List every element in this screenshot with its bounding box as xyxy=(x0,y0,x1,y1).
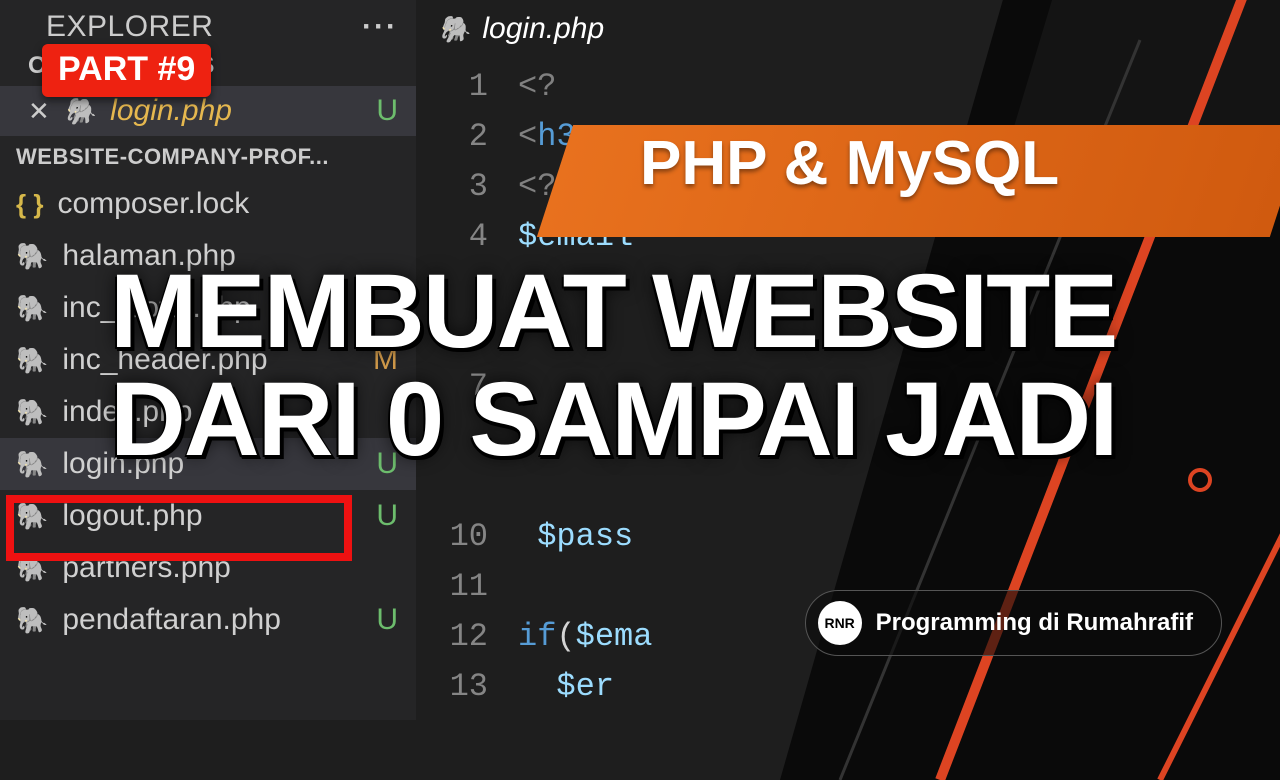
php-icon: 🐘 xyxy=(16,397,48,428)
php-icon: 🐘 xyxy=(16,605,48,636)
channel-logo-icon: RNR xyxy=(818,601,862,645)
file-item[interactable]: 🐘 logout.php U xyxy=(0,490,416,542)
project-name[interactable]: WEBSITE-COMPANY-PROF... xyxy=(0,136,416,178)
subtitle-text: PHP & MySQL xyxy=(640,128,1262,199)
git-status-badge: U xyxy=(376,94,398,128)
line-number: 1 xyxy=(428,62,488,112)
thumbnail-title: MEMBUAT WEBSITE DARI 0 SAMPAI JADI xyxy=(110,258,1260,475)
channel-name: Programming di Rumahrafif xyxy=(876,609,1193,637)
part-badge: PART #9 xyxy=(42,44,211,97)
file-name: partners.php xyxy=(62,551,230,585)
line-number: 11 xyxy=(428,562,488,612)
editor-tab[interactable]: 🐘 login.php xyxy=(416,0,626,58)
channel-badge[interactable]: RNR Programming di Rumahrafif xyxy=(805,590,1222,656)
line-number: 2 xyxy=(428,112,488,162)
git-status-badge: U xyxy=(376,603,398,637)
more-icon[interactable]: ··· xyxy=(362,10,398,44)
line-number: 13 xyxy=(428,662,488,712)
file-item[interactable]: 🐘 pendaftaran.php U xyxy=(0,594,416,646)
php-icon: 🐘 xyxy=(16,293,48,324)
line-number: 12 xyxy=(428,612,488,662)
line-number: 10 xyxy=(428,512,488,562)
file-item[interactable]: 🐘 partners.php xyxy=(0,542,416,594)
file-item[interactable]: { } composer.lock xyxy=(0,178,416,230)
php-icon: 🐘 xyxy=(16,553,48,584)
close-icon[interactable]: ✕ xyxy=(28,96,50,127)
php-icon: 🐘 xyxy=(16,449,48,480)
git-status-badge: U xyxy=(376,499,398,533)
php-icon: 🐘 xyxy=(16,241,48,272)
title-line-2: DARI 0 SAMPAI JADI xyxy=(110,365,1260,475)
explorer-title: EXPLORER xyxy=(46,10,213,44)
php-icon: 🐘 xyxy=(438,14,470,45)
php-icon: 🐘 xyxy=(64,96,96,127)
file-name: pendaftaran.php xyxy=(62,603,281,637)
php-icon: 🐘 xyxy=(16,345,48,376)
json-icon: { } xyxy=(16,189,43,220)
title-line-1: MEMBUAT WEBSITE xyxy=(110,258,1260,365)
tab-filename: login.php xyxy=(482,12,604,46)
file-name: logout.php xyxy=(62,499,202,533)
explorer-header: EXPLORER ··· xyxy=(0,0,416,46)
file-name: composer.lock xyxy=(57,187,249,221)
line-number: 3 xyxy=(428,162,488,212)
php-icon: 🐘 xyxy=(16,501,48,532)
open-editor-filename: login.php xyxy=(110,94,232,128)
